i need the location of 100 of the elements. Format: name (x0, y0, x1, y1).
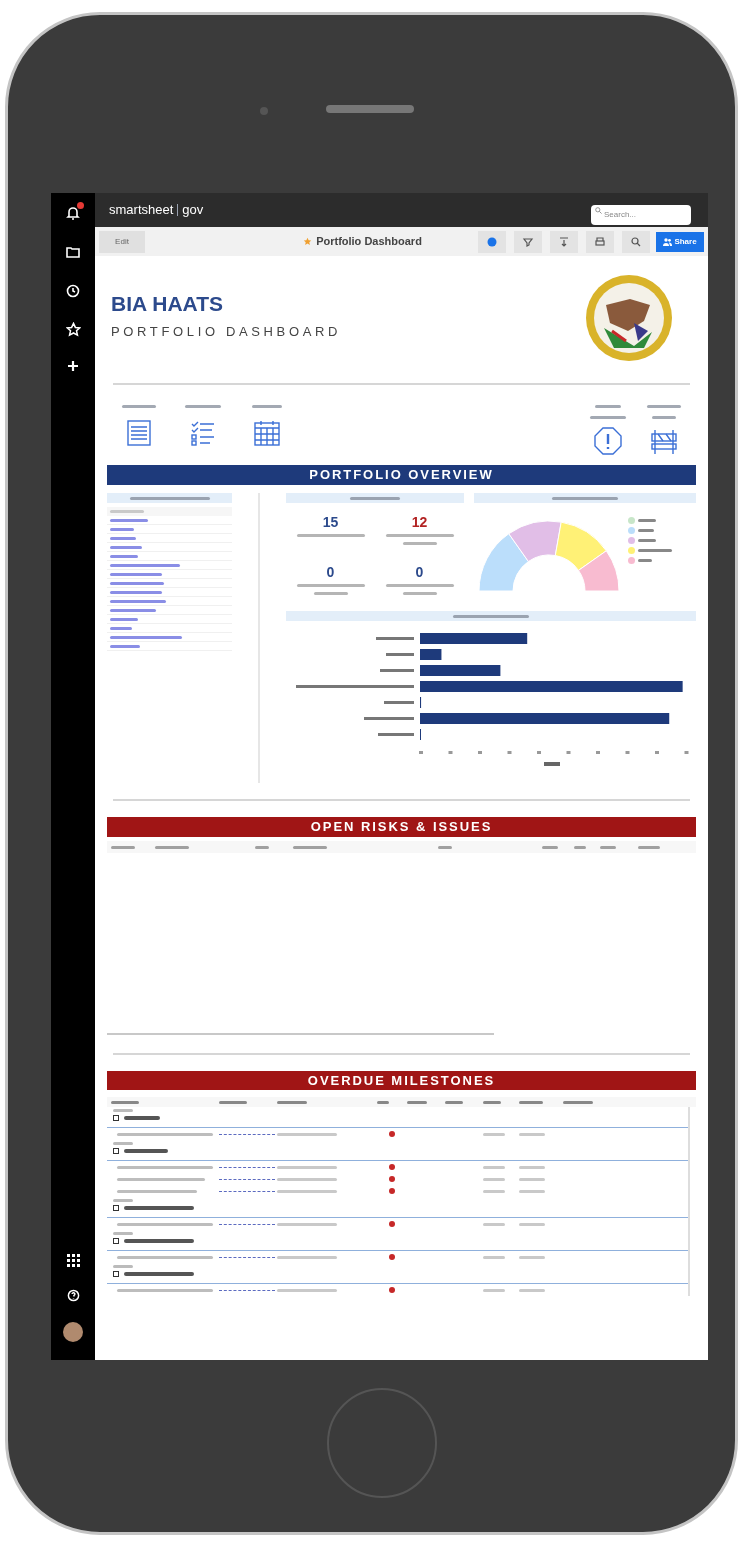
application-link[interactable] (110, 527, 134, 531)
calendar-icon[interactable] (254, 420, 280, 446)
sheet-link[interactable] (219, 1289, 275, 1291)
blurred-text (519, 1189, 545, 1193)
section-banner: OVERDUE MILESTONES (107, 1071, 696, 1090)
blurred-text (483, 1165, 505, 1169)
blurred-text (293, 845, 327, 849)
blurred-text (574, 845, 586, 849)
axis-label-blur (386, 653, 414, 656)
avatar[interactable] (63, 1322, 83, 1342)
blurred-text (113, 1199, 133, 1202)
edit-button[interactable]: Edit (99, 230, 145, 253)
search-icon (595, 207, 602, 214)
application-link[interactable] (110, 617, 138, 621)
blurred-text (563, 1100, 593, 1104)
sheet-link[interactable] (219, 1223, 275, 1225)
blurred-text (519, 1255, 545, 1259)
blurred-text (600, 845, 616, 849)
application-link[interactable] (110, 572, 162, 576)
sheet-link[interactable] (219, 1190, 275, 1192)
group-icon (113, 1148, 119, 1154)
blurred-text (385, 584, 454, 587)
sheet-link[interactable] (219, 1256, 275, 1258)
globe-icon (486, 235, 498, 248)
blurred-text (519, 1100, 543, 1104)
star-icon[interactable] (303, 237, 313, 246)
plus-icon[interactable] (67, 360, 79, 372)
star-icon[interactable] (65, 322, 81, 337)
tick-label-blur (478, 751, 482, 754)
share-button[interactable]: Share (656, 231, 704, 252)
application-link[interactable] (110, 563, 180, 567)
blurred-text (638, 529, 654, 532)
blurred-text (277, 1177, 337, 1181)
group-icon (113, 1115, 119, 1121)
print-button[interactable] (586, 230, 614, 253)
road-barrier-icon[interactable] (650, 427, 678, 455)
blurred-text (638, 559, 652, 562)
camera-icon (260, 107, 268, 115)
blurred-text (124, 1272, 194, 1276)
blurred-text (185, 405, 221, 408)
axis-label-blur (364, 717, 414, 720)
blurred-text (385, 534, 454, 537)
blurred-text (255, 845, 269, 849)
sheet-link[interactable] (219, 1133, 275, 1135)
filter-button[interactable] (514, 230, 542, 253)
blurred-text (438, 845, 452, 849)
sheet-link[interactable] (219, 1178, 275, 1180)
blurred-text (113, 1109, 133, 1112)
application-link[interactable] (110, 590, 162, 594)
blurred-text (110, 510, 144, 513)
blurred-text (519, 1222, 545, 1226)
group-icon (113, 1238, 119, 1244)
application-link[interactable] (110, 599, 166, 603)
application-link[interactable] (110, 581, 164, 585)
blurred-text (277, 1255, 337, 1259)
checklist-icon[interactable] (191, 420, 215, 446)
download-button[interactable] (550, 230, 578, 253)
tick-label-blur (448, 751, 453, 754)
application-link[interactable] (110, 626, 132, 630)
group-icon (113, 1271, 119, 1277)
page-title: BIA HAATS (111, 293, 224, 314)
application-link[interactable] (110, 554, 138, 558)
form-icon[interactable] (127, 420, 151, 446)
axis-label-blur (376, 637, 414, 640)
blurred-text (155, 845, 189, 849)
section-banner: OPEN RISKS & ISSUES (107, 817, 696, 837)
application-link[interactable] (110, 644, 140, 648)
clock-icon[interactable] (66, 284, 80, 298)
axis-label-blur (384, 701, 414, 704)
application-link[interactable] (110, 518, 148, 522)
globe-button[interactable] (478, 230, 506, 253)
warning-octagon-icon[interactable] (594, 427, 622, 455)
chart-segment (554, 521, 607, 571)
blurred-text (402, 592, 437, 595)
zoom-button[interactable] (622, 230, 650, 253)
help-icon[interactable] (66, 1289, 80, 1302)
blurred-text (350, 496, 400, 500)
tick-label-blur (566, 751, 571, 754)
blurred-text (652, 416, 676, 419)
blurred-text (519, 1132, 545, 1136)
application-link[interactable] (110, 545, 142, 549)
application-link[interactable] (110, 608, 156, 612)
application-link[interactable] (110, 536, 136, 540)
application-link[interactable] (110, 635, 182, 639)
blurred-text (277, 1100, 307, 1104)
download-icon (558, 235, 570, 248)
apps-grid-icon[interactable] (66, 1254, 80, 1267)
blurred-text (542, 845, 558, 849)
metric-value: 0 (415, 565, 424, 579)
blurred-text (445, 1100, 463, 1104)
sheet-link[interactable] (219, 1166, 275, 1168)
dashboard-title: Portfolio Dashboard (316, 234, 422, 250)
bell-icon[interactable] (65, 205, 81, 221)
blurred-text (377, 1100, 389, 1104)
folder-icon[interactable] (66, 246, 80, 258)
blurred-text (638, 539, 656, 542)
search-field[interactable]: Search... (591, 204, 691, 225)
metric-value: 12 (411, 515, 428, 529)
blurred-text (296, 534, 365, 537)
metric-value: 15 (322, 515, 339, 529)
